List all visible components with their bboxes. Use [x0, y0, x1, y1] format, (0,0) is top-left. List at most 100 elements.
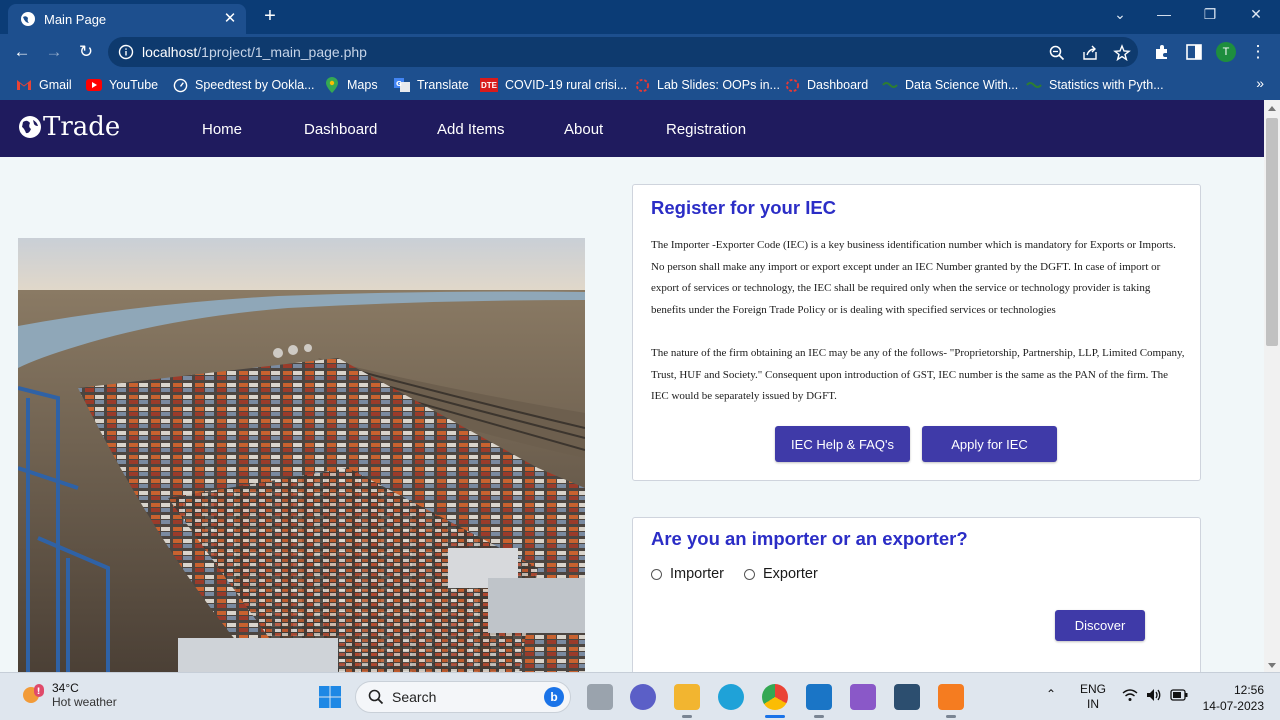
bookmark-label: Dashboard — [807, 78, 869, 92]
bing-icon[interactable]: b — [544, 687, 564, 707]
extensions-icon[interactable] — [1152, 42, 1172, 62]
exporter-option[interactable]: Exporter — [744, 566, 818, 582]
importer-radio[interactable] — [651, 568, 662, 580]
side-panel-icon[interactable] — [1184, 42, 1204, 62]
bookmark-label: Gmail — [39, 78, 72, 92]
scroll-down-icon[interactable] — [1268, 663, 1276, 668]
role-card: Are you an importer or an exporter? Impo… — [632, 517, 1201, 672]
bookmark-covid[interactable]: DTE COVID-19 rural crisi... — [480, 76, 627, 94]
lab-icon — [634, 78, 650, 92]
chrome-active-indicator — [765, 715, 785, 718]
minimize-icon[interactable]: — — [1154, 6, 1174, 22]
more-bookmarks-icon[interactable]: » — [1256, 75, 1264, 91]
bookmark-dashboard[interactable]: Dashboard — [784, 76, 868, 94]
share-icon[interactable] — [1081, 44, 1099, 62]
nav-about[interactable]: About — [564, 121, 603, 138]
bookmark-data-science[interactable]: Data Science With... — [882, 76, 1018, 94]
window-close-icon[interactable]: ✕ — [1246, 6, 1266, 23]
logo-text: Trade — [43, 112, 121, 142]
port-photo — [18, 238, 585, 672]
page-scrollbar[interactable] — [1264, 100, 1280, 672]
weather-widget[interactable]: ! 34°C Hot weather — [20, 681, 117, 709]
url-host: localhost — [142, 44, 198, 60]
bookmark-maps[interactable]: Maps — [324, 76, 378, 94]
teams-icon[interactable] — [630, 684, 656, 710]
address-bar[interactable]: localhost/1project/1_main_page.php — [108, 37, 1138, 67]
volume-icon[interactable] — [1146, 688, 1162, 705]
lang-line-1: ENG — [1080, 682, 1107, 696]
svg-text:!: ! — [37, 687, 41, 697]
search-label: Search — [392, 689, 437, 705]
iec-help-button[interactable]: IEC Help & FAQ's — [775, 426, 910, 462]
windows-start-icon[interactable] — [318, 685, 342, 709]
role-card-title: Are you an importer or an exporter? — [651, 528, 968, 549]
battery-icon[interactable] — [1170, 689, 1188, 704]
nav-dashboard[interactable]: Dashboard — [304, 121, 377, 138]
language-indicator[interactable]: ENG IN — [1080, 682, 1106, 712]
bookmark-star-icon[interactable] — [1113, 44, 1131, 62]
xampp-running-indicator — [946, 715, 956, 718]
bookmark-label: Speedtest by Ookla... — [195, 78, 315, 92]
importer-option[interactable]: Importer — [651, 566, 724, 582]
vscode-icon[interactable] — [806, 684, 832, 710]
chrome-icon[interactable] — [762, 684, 788, 710]
taskbar-search[interactable]: Search b — [355, 681, 571, 713]
nav-home[interactable]: Home — [202, 121, 242, 138]
importer-label: Importer — [670, 566, 724, 582]
bookmark-label: COVID-19 rural crisi... — [505, 78, 628, 92]
edge-icon[interactable] — [718, 684, 744, 710]
bookmark-label: Lab Slides: OOPs in... — [657, 78, 780, 92]
scroll-up-icon[interactable] — [1268, 106, 1276, 111]
scroll-thumb[interactable] — [1266, 118, 1278, 346]
nav-add-items[interactable]: Add Items — [437, 121, 505, 138]
globe-icon — [20, 11, 36, 27]
zoom-icon[interactable] — [1048, 44, 1066, 62]
maps-icon — [324, 77, 340, 93]
profile-avatar[interactable]: T — [1216, 42, 1236, 62]
new-tab-icon[interactable]: + — [260, 6, 280, 26]
speedtest-icon — [172, 78, 188, 92]
url-text: localhost/1project/1_main_page.php — [142, 44, 367, 60]
bookmark-gmail[interactable]: Gmail — [16, 76, 72, 94]
restore-icon[interactable]: ❐ — [1200, 6, 1220, 23]
tab-search-icon[interactable]: ⌄ — [1110, 6, 1130, 23]
reload-icon[interactable]: ↻ — [76, 42, 96, 62]
bookmark-speedtest[interactable]: Speedtest by Ookla... — [172, 76, 315, 94]
bookmark-youtube[interactable]: YouTube — [86, 76, 158, 94]
browser-tab[interactable]: Main Page ✕ — [8, 4, 246, 34]
site-logo[interactable]: Trade — [18, 112, 120, 142]
globe-logo-icon — [18, 115, 42, 139]
explorer-running-indicator — [682, 715, 692, 718]
site-info-icon[interactable] — [118, 44, 134, 60]
page-viewport: Trade Home Dashboard Add Items About Reg… — [0, 100, 1264, 672]
stats-icon — [1026, 78, 1042, 92]
bookmark-translate[interactable]: G Translate — [394, 76, 469, 94]
apply-iec-button[interactable]: Apply for IEC — [922, 426, 1057, 462]
bookmarks-bar: Gmail YouTube Speedtest by Ookla... Maps… — [0, 70, 1280, 100]
file-explorer-icon[interactable] — [674, 684, 700, 710]
back-icon[interactable]: ← — [12, 42, 32, 62]
bookmark-lab-slides[interactable]: Lab Slides: OOPs in... — [634, 76, 780, 94]
dashboard-icon — [784, 78, 800, 92]
visual-studio-icon[interactable] — [850, 684, 876, 710]
search-icon — [368, 689, 384, 705]
dte-icon: DTE — [480, 78, 498, 92]
nav-registration[interactable]: Registration — [666, 121, 746, 138]
iec-card: Register for your IEC The Importer -Expo… — [632, 184, 1201, 481]
forward-icon[interactable]: → — [44, 42, 64, 62]
exporter-radio[interactable] — [744, 568, 755, 580]
wifi-icon[interactable] — [1122, 688, 1138, 705]
xampp-icon[interactable] — [938, 684, 964, 710]
bookmark-statistics[interactable]: Statistics with Pyth... — [1026, 76, 1164, 94]
mysql-workbench-icon[interactable] — [894, 684, 920, 710]
menu-dots-icon[interactable]: ⋮ — [1248, 42, 1268, 62]
system-clock[interactable]: 12:56 14-07-2023 — [1203, 682, 1264, 714]
iec-paragraph-1: The Importer -Exporter Code (IEC) is a k… — [651, 239, 1176, 316]
tray-overflow-icon[interactable]: ⌃ — [1046, 687, 1056, 701]
close-tab-icon[interactable]: ✕ — [222, 11, 238, 27]
task-view-icon[interactable] — [587, 684, 613, 710]
youtube-icon — [86, 78, 102, 92]
browser-toolbar: ← → ↻ localhost/1project/1_main_page.php… — [0, 34, 1280, 70]
discover-button[interactable]: Discover — [1055, 610, 1145, 641]
clock-date: 14-07-2023 — [1202, 699, 1264, 713]
